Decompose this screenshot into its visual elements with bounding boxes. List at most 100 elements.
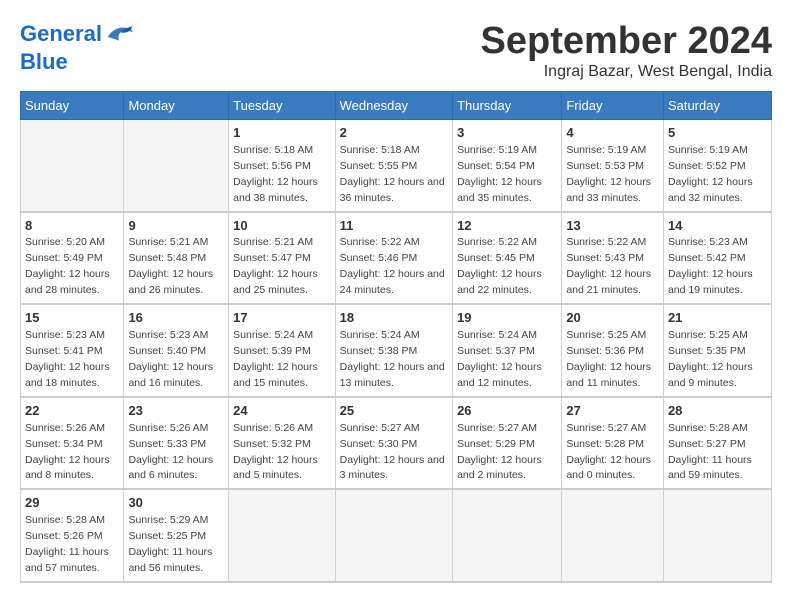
day-number: 11 <box>340 217 448 236</box>
day-info: Sunrise: 5:25 AMSunset: 5:35 PMDaylight:… <box>668 329 753 389</box>
calendar-day-cell: 24 Sunrise: 5:26 AMSunset: 5:32 PMDaylig… <box>229 397 336 490</box>
day-number: 24 <box>233 402 331 421</box>
day-number: 13 <box>566 217 659 236</box>
day-number: 1 <box>233 124 331 143</box>
calendar-day-cell: 26 Sunrise: 5:27 AMSunset: 5:29 PMDaylig… <box>453 397 562 490</box>
day-info: Sunrise: 5:18 AMSunset: 5:56 PMDaylight:… <box>233 144 318 204</box>
logo-text: General Blue <box>20 20 134 74</box>
day-number: 12 <box>457 217 557 236</box>
day-number: 26 <box>457 402 557 421</box>
calendar-table: SundayMondayTuesdayWednesdayThursdayFrid… <box>20 91 772 583</box>
weekday-header: Thursday <box>453 92 562 120</box>
calendar-day-cell: 1 Sunrise: 5:18 AMSunset: 5:56 PMDayligh… <box>229 120 336 212</box>
calendar-week-row: 8 Sunrise: 5:20 AMSunset: 5:49 PMDayligh… <box>21 212 772 305</box>
calendar-day-cell: 21 Sunrise: 5:25 AMSunset: 5:35 PMDaylig… <box>663 304 771 397</box>
day-info: Sunrise: 5:28 AMSunset: 5:26 PMDaylight:… <box>25 514 109 574</box>
day-number: 9 <box>128 217 224 236</box>
day-number: 19 <box>457 309 557 328</box>
calendar-day-cell: 29 Sunrise: 5:28 AMSunset: 5:26 PMDaylig… <box>21 489 124 582</box>
weekday-header: Friday <box>562 92 664 120</box>
day-number: 2 <box>340 124 448 143</box>
day-info: Sunrise: 5:22 AMSunset: 5:46 PMDaylight:… <box>340 236 445 296</box>
calendar-day-cell <box>124 120 229 212</box>
day-number: 30 <box>128 494 224 513</box>
calendar-week-row: 15 Sunrise: 5:23 AMSunset: 5:41 PMDaylig… <box>21 304 772 397</box>
day-info: Sunrise: 5:18 AMSunset: 5:55 PMDaylight:… <box>340 144 445 204</box>
day-info: Sunrise: 5:19 AMSunset: 5:53 PMDaylight:… <box>566 144 651 204</box>
calendar-day-cell: 13 Sunrise: 5:22 AMSunset: 5:43 PMDaylig… <box>562 212 664 305</box>
day-info: Sunrise: 5:21 AMSunset: 5:47 PMDaylight:… <box>233 236 318 296</box>
day-number: 16 <box>128 309 224 328</box>
day-info: Sunrise: 5:22 AMSunset: 5:43 PMDaylight:… <box>566 236 651 296</box>
calendar-day-cell: 10 Sunrise: 5:21 AMSunset: 5:47 PMDaylig… <box>229 212 336 305</box>
calendar-day-cell: 11 Sunrise: 5:22 AMSunset: 5:46 PMDaylig… <box>335 212 452 305</box>
weekday-header: Monday <box>124 92 229 120</box>
day-number: 15 <box>25 309 119 328</box>
calendar-day-cell: 20 Sunrise: 5:25 AMSunset: 5:36 PMDaylig… <box>562 304 664 397</box>
title-block: September 2024 Ingraj Bazar, West Bengal… <box>481 20 773 81</box>
day-info: Sunrise: 5:24 AMSunset: 5:38 PMDaylight:… <box>340 329 445 389</box>
day-info: Sunrise: 5:24 AMSunset: 5:39 PMDaylight:… <box>233 329 318 389</box>
month-title: September 2024 <box>481 20 773 63</box>
day-info: Sunrise: 5:19 AMSunset: 5:54 PMDaylight:… <box>457 144 542 204</box>
calendar-day-cell: 25 Sunrise: 5:27 AMSunset: 5:30 PMDaylig… <box>335 397 452 490</box>
weekday-header: Wednesday <box>335 92 452 120</box>
day-number: 25 <box>340 402 448 421</box>
calendar-day-cell <box>453 489 562 582</box>
calendar-day-cell: 18 Sunrise: 5:24 AMSunset: 5:38 PMDaylig… <box>335 304 452 397</box>
calendar-day-cell: 8 Sunrise: 5:20 AMSunset: 5:49 PMDayligh… <box>21 212 124 305</box>
weekday-header: Sunday <box>21 92 124 120</box>
calendar-day-cell: 28 Sunrise: 5:28 AMSunset: 5:27 PMDaylig… <box>663 397 771 490</box>
day-number: 20 <box>566 309 659 328</box>
day-number: 18 <box>340 309 448 328</box>
calendar-day-cell: 22 Sunrise: 5:26 AMSunset: 5:34 PMDaylig… <box>21 397 124 490</box>
day-number: 23 <box>128 402 224 421</box>
calendar-day-cell: 16 Sunrise: 5:23 AMSunset: 5:40 PMDaylig… <box>124 304 229 397</box>
day-number: 21 <box>668 309 767 328</box>
day-number: 29 <box>25 494 119 513</box>
calendar-day-cell: 17 Sunrise: 5:24 AMSunset: 5:39 PMDaylig… <box>229 304 336 397</box>
weekday-header: Saturday <box>663 92 771 120</box>
location: Ingraj Bazar, West Bengal, India <box>481 63 773 81</box>
day-number: 3 <box>457 124 557 143</box>
calendar-day-cell <box>562 489 664 582</box>
day-number: 4 <box>566 124 659 143</box>
day-info: Sunrise: 5:27 AMSunset: 5:28 PMDaylight:… <box>566 422 651 482</box>
day-info: Sunrise: 5:20 AMSunset: 5:49 PMDaylight:… <box>25 236 110 296</box>
calendar-day-cell <box>663 489 771 582</box>
day-info: Sunrise: 5:28 AMSunset: 5:27 PMDaylight:… <box>668 422 752 482</box>
weekday-header: Tuesday <box>229 92 336 120</box>
day-number: 27 <box>566 402 659 421</box>
calendar-day-cell: 12 Sunrise: 5:22 AMSunset: 5:45 PMDaylig… <box>453 212 562 305</box>
calendar-day-cell <box>229 489 336 582</box>
day-info: Sunrise: 5:27 AMSunset: 5:29 PMDaylight:… <box>457 422 542 482</box>
day-number: 17 <box>233 309 331 328</box>
logo: General Blue <box>20 20 134 74</box>
day-info: Sunrise: 5:25 AMSunset: 5:36 PMDaylight:… <box>566 329 651 389</box>
day-info: Sunrise: 5:24 AMSunset: 5:37 PMDaylight:… <box>457 329 542 389</box>
day-info: Sunrise: 5:23 AMSunset: 5:41 PMDaylight:… <box>25 329 110 389</box>
calendar-day-cell: 15 Sunrise: 5:23 AMSunset: 5:41 PMDaylig… <box>21 304 124 397</box>
calendar-day-cell: 3 Sunrise: 5:19 AMSunset: 5:54 PMDayligh… <box>453 120 562 212</box>
day-info: Sunrise: 5:23 AMSunset: 5:42 PMDaylight:… <box>668 236 753 296</box>
calendar-day-cell: 2 Sunrise: 5:18 AMSunset: 5:55 PMDayligh… <box>335 120 452 212</box>
day-number: 22 <box>25 402 119 421</box>
day-number: 5 <box>668 124 767 143</box>
day-info: Sunrise: 5:26 AMSunset: 5:33 PMDaylight:… <box>128 422 213 482</box>
calendar-day-cell <box>21 120 124 212</box>
day-info: Sunrise: 5:23 AMSunset: 5:40 PMDaylight:… <box>128 329 213 389</box>
day-number: 10 <box>233 217 331 236</box>
day-info: Sunrise: 5:27 AMSunset: 5:30 PMDaylight:… <box>340 422 445 482</box>
calendar-day-cell: 5 Sunrise: 5:19 AMSunset: 5:52 PMDayligh… <box>663 120 771 212</box>
calendar-day-cell <box>335 489 452 582</box>
calendar-week-row: 29 Sunrise: 5:28 AMSunset: 5:26 PMDaylig… <box>21 489 772 582</box>
day-info: Sunrise: 5:29 AMSunset: 5:25 PMDaylight:… <box>128 514 212 574</box>
calendar-day-cell: 9 Sunrise: 5:21 AMSunset: 5:48 PMDayligh… <box>124 212 229 305</box>
day-number: 14 <box>668 217 767 236</box>
day-info: Sunrise: 5:26 AMSunset: 5:32 PMDaylight:… <box>233 422 318 482</box>
calendar-day-cell: 19 Sunrise: 5:24 AMSunset: 5:37 PMDaylig… <box>453 304 562 397</box>
day-info: Sunrise: 5:19 AMSunset: 5:52 PMDaylight:… <box>668 144 753 204</box>
calendar-day-cell: 23 Sunrise: 5:26 AMSunset: 5:33 PMDaylig… <box>124 397 229 490</box>
calendar-day-cell: 4 Sunrise: 5:19 AMSunset: 5:53 PMDayligh… <box>562 120 664 212</box>
calendar-day-cell: 30 Sunrise: 5:29 AMSunset: 5:25 PMDaylig… <box>124 489 229 582</box>
